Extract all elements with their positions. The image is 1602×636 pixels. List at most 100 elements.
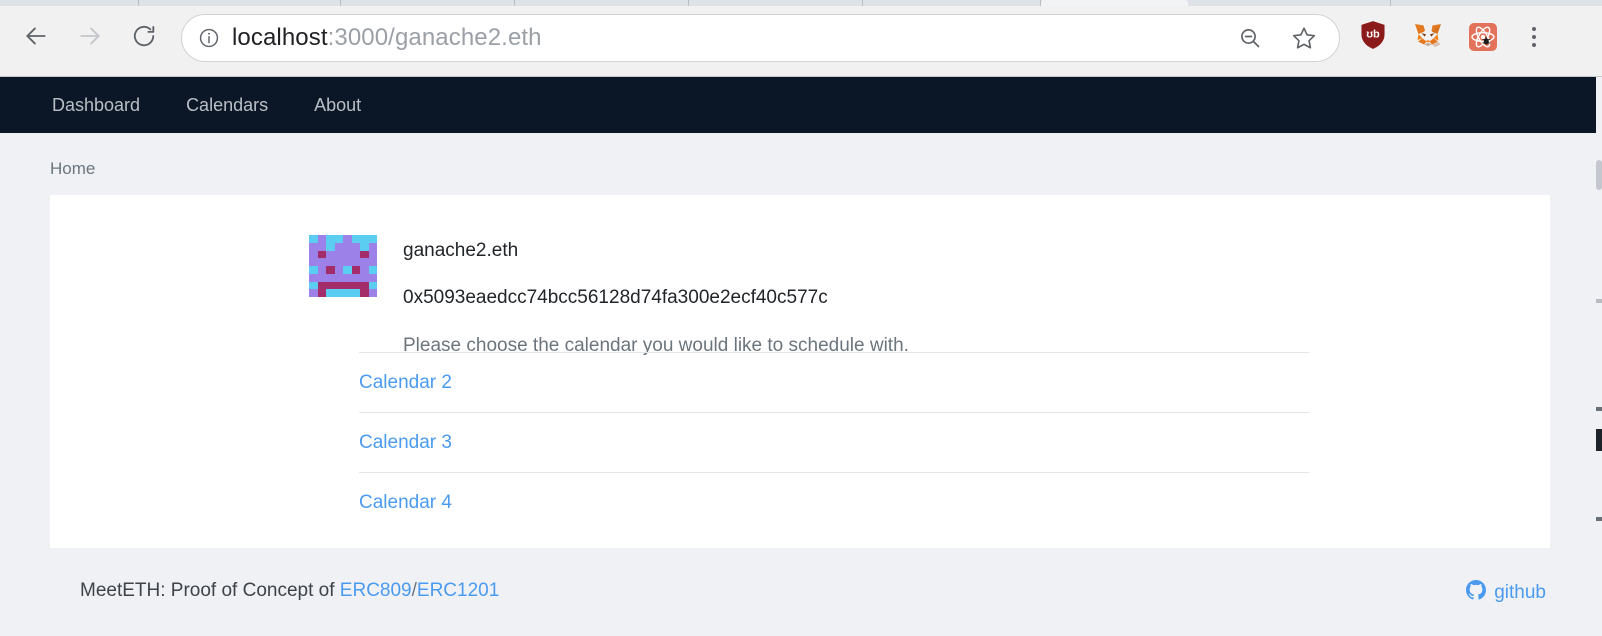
three-dot-menu-icon[interactable] — [1519, 20, 1549, 54]
blockie-cell — [360, 235, 369, 243]
blockie-cell — [309, 258, 318, 266]
calendar-link-4[interactable]: Calendar 4 — [359, 492, 452, 513]
tab-active[interactable] — [1041, 0, 1188, 6]
blockie-cell — [317, 289, 326, 297]
tab-divider — [514, 0, 515, 6]
blockie-cell — [343, 273, 352, 282]
list-item[interactable]: Calendar 2 — [359, 352, 1309, 412]
browser-chrome: localhost:3000/ganache2.eth ʊb — [0, 0, 1602, 77]
page-scrollbar[interactable] — [1596, 77, 1602, 636]
tab-divider — [688, 0, 689, 6]
ublock-origin-extension[interactable]: ʊb — [1356, 20, 1390, 54]
blockie-cell — [317, 273, 326, 282]
blockie-cell — [334, 235, 343, 243]
blockie-cell — [317, 235, 326, 243]
blockie-cell — [309, 289, 318, 297]
menu-dot — [1532, 43, 1536, 47]
blockie-cell — [343, 258, 352, 266]
blockie-cell — [317, 250, 326, 259]
blockie-cell — [351, 273, 360, 282]
address-bar-url: localhost:3000/ganache2.eth — [232, 24, 542, 52]
info-circle-icon[interactable] — [198, 27, 220, 49]
blockie-cell — [326, 289, 335, 297]
blockie-cell — [326, 266, 335, 274]
scrollbar-mark — [1596, 517, 1602, 521]
blockie-cell — [334, 266, 343, 274]
blockie-cell — [334, 273, 343, 282]
erc809-link[interactable]: ERC809 — [340, 580, 412, 601]
blockie-cell — [326, 235, 335, 243]
blockie-cell — [351, 258, 360, 266]
tab-strip[interactable] — [0, 0, 1602, 6]
reload-icon — [131, 23, 157, 54]
instruction-text: Please choose the calendar you would lik… — [403, 335, 909, 356]
blockie-cell — [334, 289, 343, 297]
url-path: :3000/ganache2.eth — [327, 24, 542, 51]
github-label: github — [1494, 582, 1546, 603]
ethereum-address: 0x5093eaedcc74bcc56128d74fa300e2ecf40c57… — [403, 287, 828, 308]
footer-text: MeetETH: Proof of Concept of ERC809/ERC1… — [80, 580, 499, 602]
blockie-cell — [309, 235, 318, 243]
tab-divider — [1390, 0, 1391, 6]
blockie-cell — [368, 250, 377, 259]
back-button[interactable] — [16, 18, 56, 58]
tab-divider — [340, 0, 341, 6]
github-icon — [1466, 580, 1487, 606]
address-bar[interactable]: localhost:3000/ganache2.eth — [181, 14, 1340, 62]
blockie-cell — [368, 258, 377, 266]
blockie-cell — [317, 266, 326, 274]
blockie-cell — [309, 273, 318, 282]
blockie-cell — [368, 289, 377, 297]
blockie-cell — [326, 281, 335, 290]
list-item[interactable]: Calendar 3 — [359, 412, 1309, 472]
forward-button — [70, 18, 110, 58]
blockie-cell — [326, 258, 335, 266]
blockie-cell — [368, 266, 377, 274]
star-icon[interactable] — [1289, 23, 1319, 53]
blockie-identicon — [309, 235, 377, 297]
blockie-cell — [317, 242, 326, 251]
zoom-out-icon[interactable] — [1235, 23, 1265, 53]
blockie-cell — [351, 235, 360, 243]
breadcrumb: Home — [50, 159, 96, 178]
nav-item-dashboard[interactable]: Dashboard — [52, 95, 140, 116]
blockie-cell — [360, 289, 369, 297]
github-link[interactable]: github — [1466, 580, 1546, 606]
nav-item-about[interactable]: About — [314, 95, 361, 116]
blockie-cell — [360, 281, 369, 290]
tab-divider — [138, 0, 139, 6]
tab-divider — [862, 0, 863, 6]
erc1201-link[interactable]: ERC1201 — [417, 580, 499, 601]
blockie-cell — [343, 235, 352, 243]
arrow-left-icon — [23, 23, 49, 54]
blockie-cell — [334, 250, 343, 259]
blockie-cell — [360, 250, 369, 259]
calendar-link-2[interactable]: Calendar 2 — [359, 372, 452, 393]
blockie-cell — [309, 281, 318, 290]
reload-button[interactable] — [124, 18, 164, 58]
blockie-cell — [334, 242, 343, 251]
blockie-cell — [334, 281, 343, 290]
blockie-cell — [351, 289, 360, 297]
blockie-cell — [368, 242, 377, 251]
blockie-cell — [360, 258, 369, 266]
blockie-cell — [343, 266, 352, 274]
calendar-link-3[interactable]: Calendar 3 — [359, 432, 452, 453]
react-devtools-extension[interactable] — [1466, 20, 1500, 54]
blockie-cell — [351, 281, 360, 290]
scrollbar-mark — [1596, 299, 1602, 303]
blockie-cell — [351, 266, 360, 274]
url-host: localhost — [232, 24, 328, 51]
blockie-cell — [309, 266, 318, 274]
blockie-cell — [326, 250, 335, 259]
blockie-cell — [326, 273, 335, 282]
blockie-cell — [343, 242, 352, 251]
menu-dot — [1532, 27, 1536, 31]
nav-item-calendars[interactable]: Calendars — [186, 95, 268, 116]
svg-text:ʊb: ʊb — [1366, 28, 1380, 40]
shield-icon: ʊb — [1359, 20, 1387, 55]
metamask-extension[interactable] — [1411, 20, 1445, 54]
list-item[interactable]: Calendar 4 — [359, 472, 1309, 532]
content-card: ganache2.eth 0x5093eaedcc74bcc56128d74fa… — [50, 195, 1550, 548]
scrollbar-thumb[interactable] — [1596, 160, 1602, 190]
